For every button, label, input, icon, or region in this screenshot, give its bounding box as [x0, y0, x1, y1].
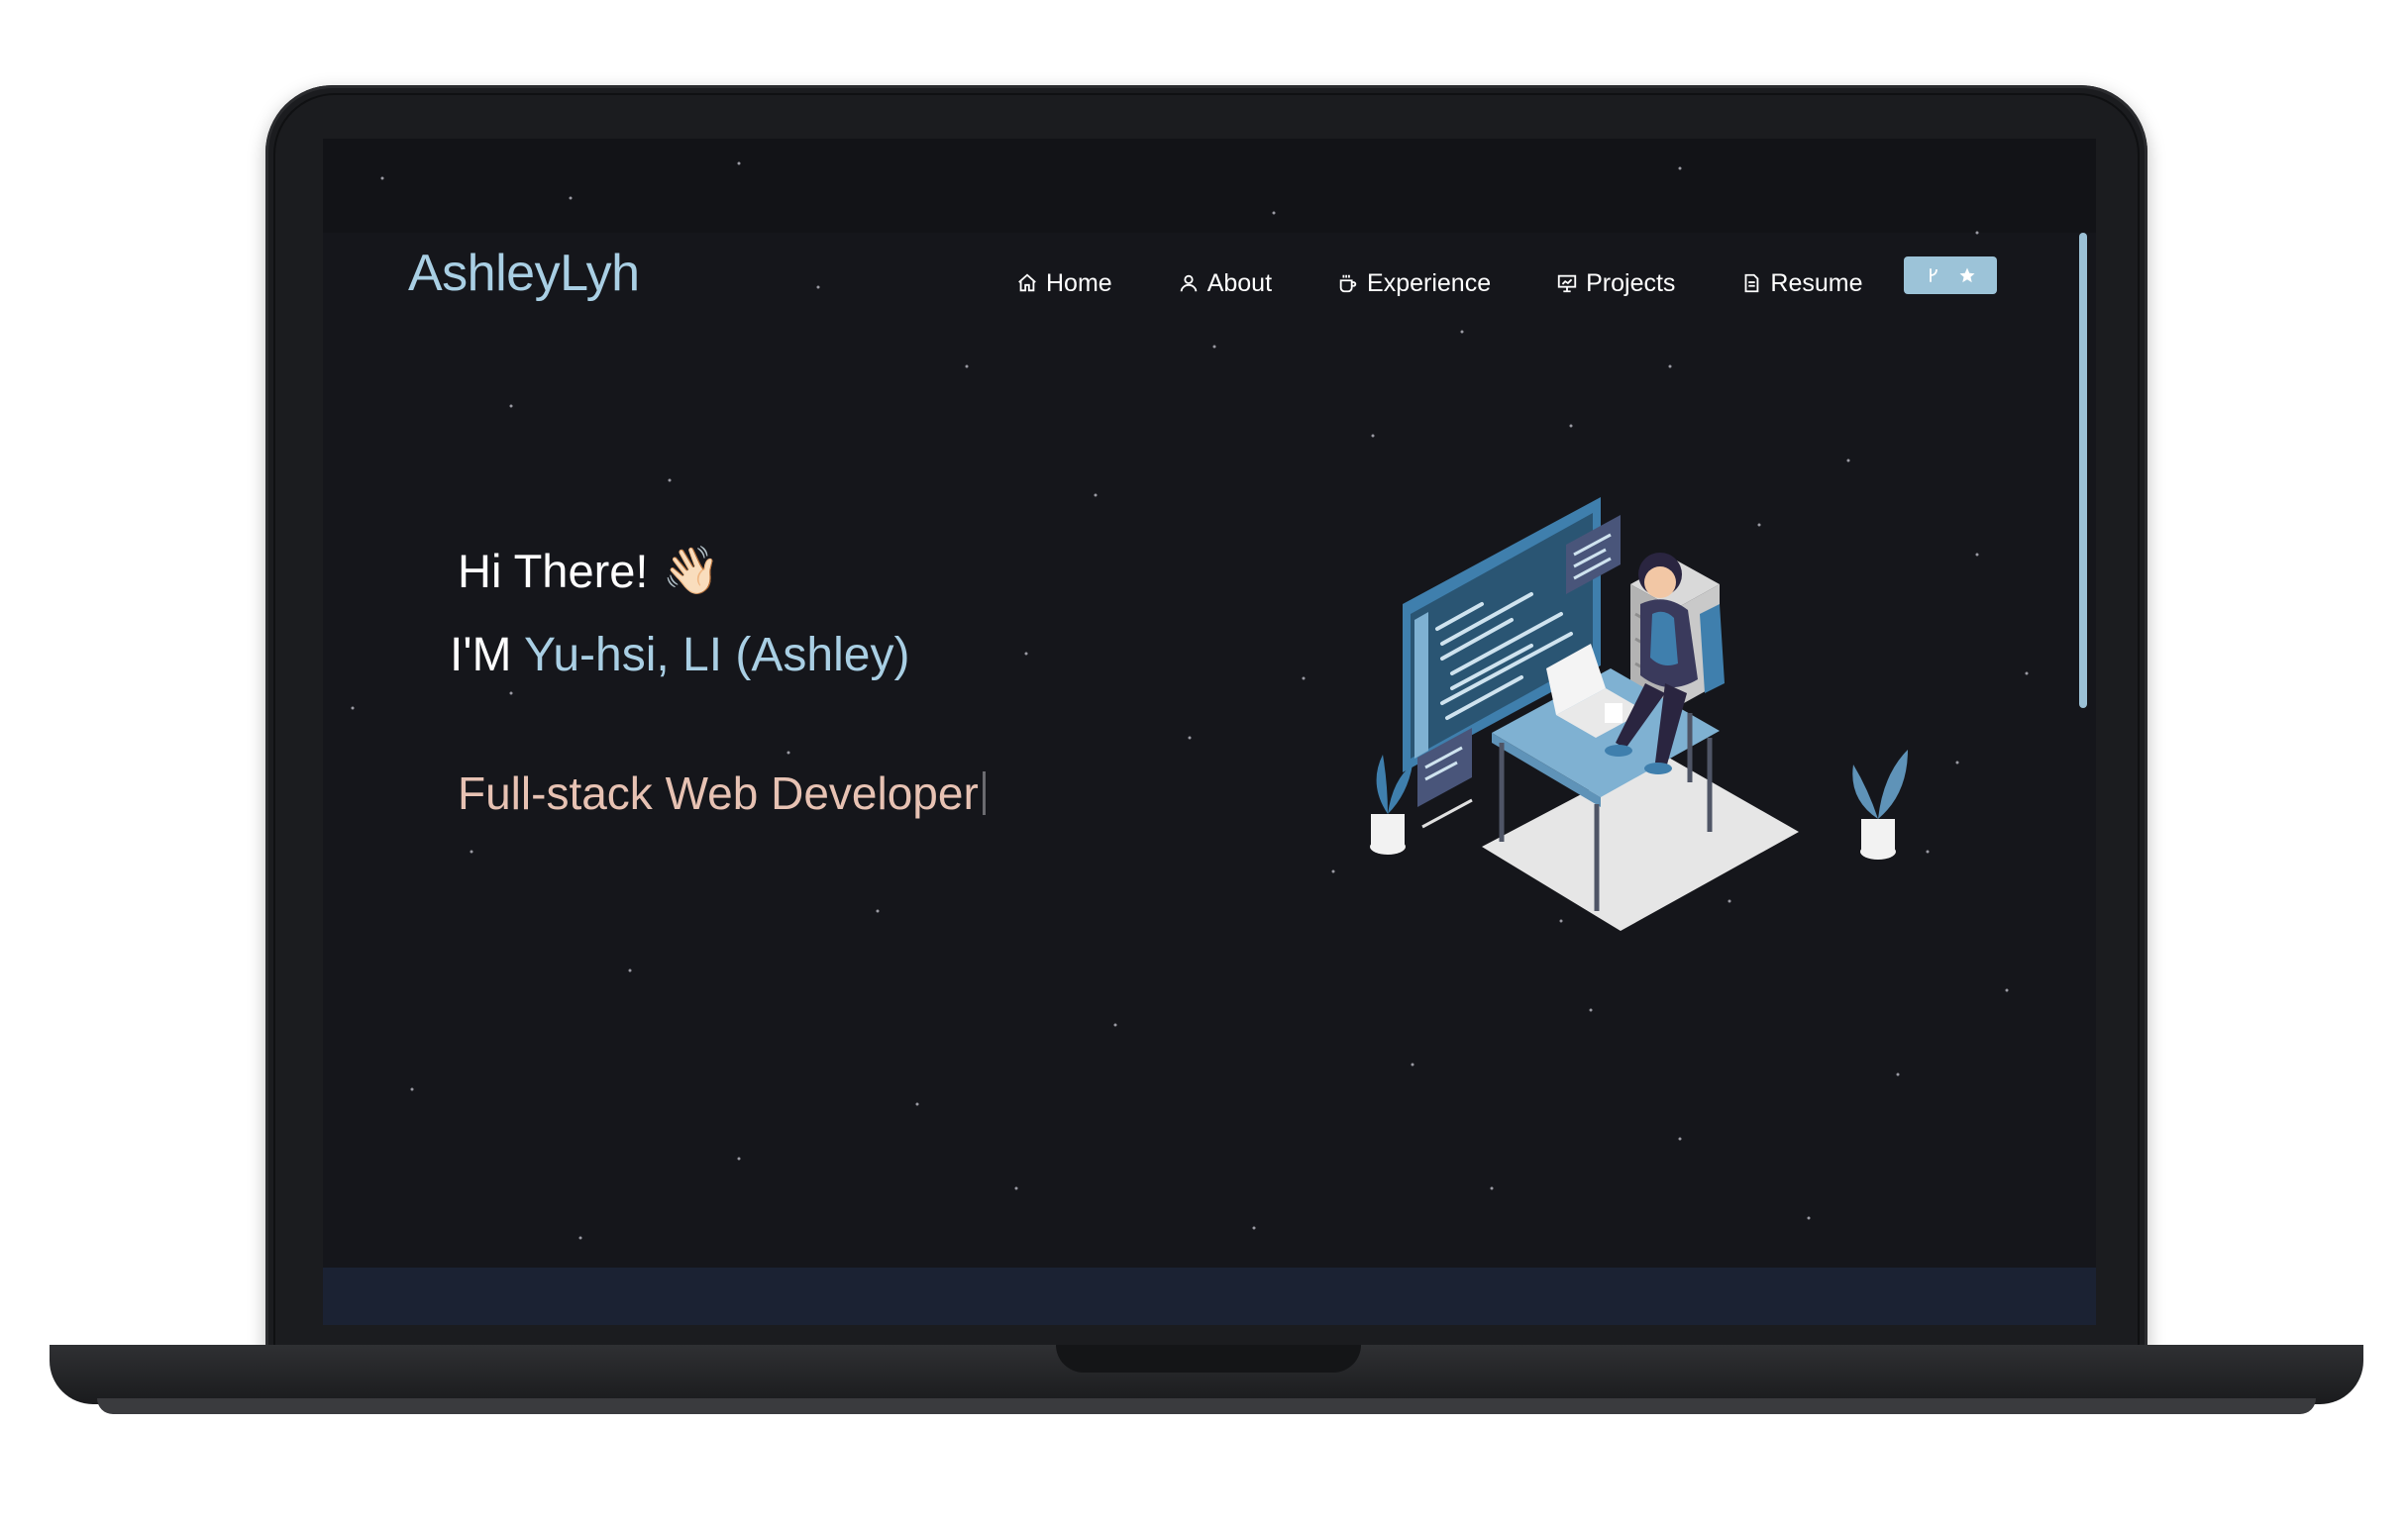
git-fork-icon [1930, 268, 1937, 282]
greeting-text: Hi There! [458, 544, 649, 597]
brand-logo[interactable]: AshleyLyh [408, 244, 640, 303]
typing-cursor [982, 771, 986, 815]
document-icon [1745, 273, 1759, 293]
nav-item-label: Experience [1367, 268, 1492, 297]
typewriter-role: Full-stack Web Developer [458, 766, 986, 820]
nav-item-label: About [1206, 268, 1273, 297]
hero-name: Yu-hsi, LI (Ashley) [523, 629, 910, 681]
presentation-icon [1557, 274, 1577, 293]
developer-desk-illustration [1370, 497, 1908, 931]
nav-item-about[interactable]: About [1178, 269, 1272, 298]
hero-greeting: Hi There! 👋🏻 [458, 543, 720, 598]
home-icon [1018, 273, 1036, 292]
nav-item-experience[interactable]: Experience [1337, 269, 1491, 298]
laptop-notch [1056, 1345, 1361, 1373]
main-nav: Home About Experience Projects Resume [1016, 255, 1929, 311]
laptop-base-lip [97, 1398, 2316, 1414]
user-icon [1180, 274, 1197, 292]
laptop-screen: AshleyLyh Home About Experience Projects… [323, 139, 2096, 1325]
waving-hand-icon: 👋🏻 [662, 544, 720, 596]
github-star-button[interactable] [1904, 256, 1997, 294]
screen-bottom-band [323, 1268, 2096, 1325]
intro-prefix: I'M [450, 629, 512, 681]
page-scrollbar[interactable] [2079, 233, 2087, 708]
nav-item-projects[interactable]: Projects [1556, 269, 1675, 298]
coffee-icon [1339, 274, 1357, 293]
nav-item-label: Resume [1770, 268, 1863, 297]
nav-item-label: Home [1046, 268, 1112, 297]
nav-item-label: Projects [1586, 268, 1676, 297]
hero-intro: I'M Yu-hsi, LI (Ashley) [450, 628, 909, 682]
role-text: Full-stack Web Developer [458, 767, 979, 819]
nav-item-home[interactable]: Home [1016, 269, 1112, 298]
nav-item-resume[interactable]: Resume [1740, 268, 1863, 298]
star-icon [1959, 267, 1975, 283]
